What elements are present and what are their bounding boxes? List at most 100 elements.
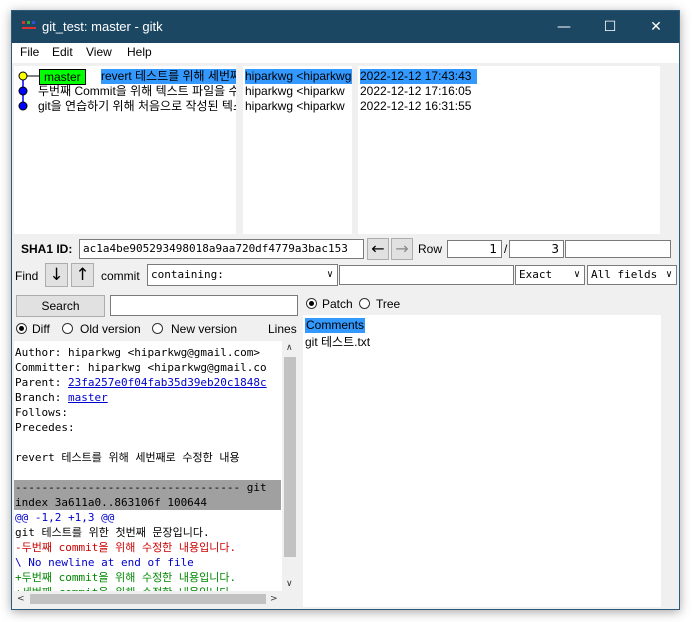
diff-line-text: Author: hiparkwg <hiparkwg@gmail.com> (15, 346, 261, 359)
diff-line: index 3a611a0..863106f 100644 (14, 495, 281, 510)
diff-vertical-scrollbar[interactable]: ∧ ∨ (282, 341, 298, 591)
scroll-right-icon[interactable]: > (270, 594, 278, 604)
forward-button[interactable]: → (391, 238, 413, 260)
diff-line (14, 435, 281, 450)
diff-line: Branch: master (14, 390, 281, 405)
diff-horizontal-scrollbar[interactable]: < > (14, 591, 282, 607)
search-input[interactable] (110, 295, 298, 316)
date-pane[interactable]: 2022-12-12 17:43:43 2022-12-12 17:16:05 … (358, 66, 660, 234)
author-pane[interactable]: hiparkwg <hiparkwg hiparkwg <hiparkw hip… (243, 66, 352, 234)
find-fields-value: All fields (591, 268, 658, 281)
commit-row-3-author[interactable]: hiparkwg <hiparkw (245, 99, 345, 114)
menu-help[interactable]: Help (127, 45, 152, 59)
find-label: Find (15, 269, 39, 283)
close-icon: ✕ (650, 19, 662, 35)
commit-node-head (18, 71, 28, 81)
diff-line: -두번째 commit을 위해 수정한 내용입니다. (14, 540, 281, 555)
scroll-down-icon[interactable]: ∨ (286, 579, 293, 589)
arrow-down-icon: ↓ (49, 265, 64, 285)
back-button[interactable]: ← (367, 238, 389, 260)
diff-line: git 테스트를 위한 첫번째 문장입니다. (14, 525, 281, 540)
window-title: git_test: master - gitk (42, 19, 163, 34)
scroll-up-icon[interactable]: ∧ (286, 343, 293, 353)
title-bar[interactable]: git_test: master - gitk — ☐ ✕ (12, 11, 679, 43)
commit-row-1-author[interactable]: hiparkwg <hiparkwg (245, 69, 352, 84)
diff-line-text: -두번째 commit을 위해 수정한 내용입니다. (15, 541, 237, 554)
diff-line-text: +두번째 commit을 위해 수정한 내용입니다. (15, 571, 237, 584)
diff-line: +두번째 commit을 위해 수정한 내용입니다. (14, 570, 281, 585)
find-match-select[interactable]: Exact ∨ (515, 265, 585, 285)
file-entry[interactable]: git 테스트.txt (305, 335, 370, 350)
chevron-down-icon: ∨ (665, 269, 672, 280)
sha1-field[interactable]: ac1a4be905293498018a9aa720df4779a3bac153 (79, 239, 364, 259)
commit-row-2-message[interactable]: 두번째 Commit을 위해 텍스트 파일을 수 (38, 84, 236, 99)
arrow-left-icon: ← (371, 239, 385, 258)
lines-label: Lines (268, 322, 297, 336)
file-list-pane[interactable]: Comments git 테스트.txt (303, 315, 661, 607)
row-current: 1 (447, 240, 502, 258)
commit-row-1-date[interactable]: 2022-12-12 17:43:43 (360, 69, 477, 84)
commit-row-2-date[interactable]: 2022-12-12 17:16:05 (360, 84, 471, 99)
diff-line: Author: hiparkwg <hiparkwg@gmail.com> (14, 345, 281, 360)
patch-radio[interactable] (306, 298, 317, 309)
arrow-up-icon: ↑ (75, 265, 90, 285)
menu-edit[interactable]: Edit (52, 45, 73, 59)
commit-row-3-date[interactable]: 2022-12-12 16:31:55 (360, 99, 471, 114)
find-down-button[interactable]: ↓ (45, 263, 68, 287)
chevron-down-icon: ∨ (326, 269, 333, 280)
row-label: Row (418, 242, 443, 256)
diff-line-text: @@ -1,2 +1,3 @@ (15, 511, 115, 524)
menu-bar: File Edit View Help (12, 43, 679, 63)
scroll-left-icon[interactable]: < (17, 594, 25, 604)
diff-radio[interactable] (16, 323, 27, 334)
find-type-value: containing: (151, 268, 224, 281)
diff-scrollbar-thumb[interactable] (284, 357, 296, 557)
diff-hscroll-thumb[interactable] (30, 594, 266, 604)
diff-link[interactable]: 23fa257e0f04fab35d39eb20c1848c (68, 376, 267, 389)
find-fields-select[interactable]: All fields ∨ (587, 265, 677, 285)
diff-line-text: Branch: (15, 391, 68, 404)
diff-link[interactable]: master (68, 391, 108, 404)
branch-tag-master[interactable]: master (39, 69, 86, 85)
diff-pane[interactable]: Author: hiparkwg <hiparkwg@gmail.com> Com… (14, 341, 282, 591)
gitk-window: git_test: master - gitk — ☐ ✕ File Edit … (11, 10, 680, 610)
search-button[interactable]: Search (16, 295, 105, 317)
gitk-app-icon (22, 21, 36, 29)
find-up-button[interactable]: ↑ (71, 263, 94, 287)
patch-label[interactable]: Patch (322, 297, 353, 311)
minimize-button[interactable]: — (541, 11, 587, 43)
comments-entry[interactable]: Comments (305, 318, 366, 333)
new-version-label[interactable]: New version (171, 322, 237, 336)
file-list-scrollbar[interactable] (661, 315, 677, 607)
old-version-radio[interactable] (62, 323, 73, 334)
arrow-right-icon: → (395, 239, 409, 258)
diff-line: \ No newline at end of file (14, 555, 281, 570)
diff-line-text: Parent: (15, 376, 68, 389)
maximize-icon: ☐ (603, 19, 617, 35)
find-type-select[interactable]: containing: ∨ (147, 264, 338, 286)
tree-label[interactable]: Tree (376, 297, 400, 311)
menu-file[interactable]: File (20, 45, 39, 59)
commit-row-3-message[interactable]: git을 연습하기 위해 처음으로 작성된 텍스 (38, 99, 236, 114)
tree-radio[interactable] (359, 298, 370, 309)
close-button[interactable]: ✕ (633, 11, 679, 43)
diff-line-text: \ No newline at end of file (15, 556, 194, 569)
old-version-label[interactable]: Old version (80, 322, 141, 336)
diff-line-text: index 3a611a0..863106f 100644 (15, 496, 208, 509)
diff-label[interactable]: Diff (32, 322, 50, 336)
commit-node (18, 101, 28, 111)
minimize-icon: — (557, 19, 571, 35)
commit-row-1-message[interactable]: revert 테스트를 위해 세번째 (101, 69, 236, 84)
progress-field (565, 240, 671, 258)
row-total: 3 (509, 240, 564, 258)
commit-row-2-author[interactable]: hiparkwg <hiparkw (245, 84, 345, 99)
diff-line (14, 465, 281, 480)
diff-line-text: git 테스트를 위한 첫번째 문장입니다. (15, 526, 210, 539)
diff-line: @@ -1,2 +1,3 @@ (14, 510, 281, 525)
commit-graph-pane[interactable]: master revert 테스트를 위해 세번째 두번째 Commit을 위해… (14, 66, 236, 234)
chevron-down-icon: ∨ (573, 269, 580, 280)
find-input[interactable] (339, 265, 514, 285)
new-version-radio[interactable] (152, 323, 163, 334)
menu-view[interactable]: View (86, 45, 112, 59)
maximize-button[interactable]: ☐ (587, 11, 633, 43)
